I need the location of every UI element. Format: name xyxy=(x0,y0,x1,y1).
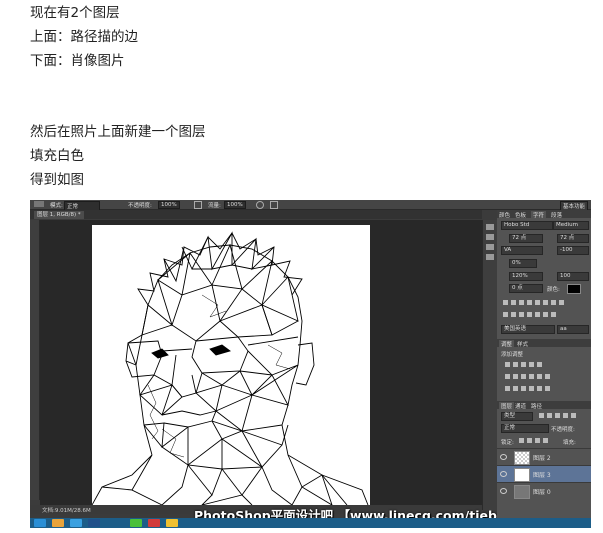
panel-dock-icons xyxy=(482,220,497,510)
options-bar: 模式: 正常 不透明度: 100% 流量: 100% 基本功能 xyxy=(30,200,591,211)
tab-layers[interactable]: 图层 xyxy=(499,402,515,410)
tab-adjustments[interactable]: 调整 xyxy=(499,340,515,348)
opacity-label: 不透明度: xyxy=(128,203,152,209)
post-line-4: 然后在照片上面新建一个图层 xyxy=(30,124,206,140)
layer-name: 图层 0 xyxy=(533,489,551,496)
post-line-1: 现在有2个图层 xyxy=(30,5,120,21)
lock-icons[interactable] xyxy=(519,438,551,444)
adjustments-panel-tabs: 调整 样式 xyxy=(497,339,591,348)
brush-panel-icon[interactable] xyxy=(486,234,494,240)
visibility-eye-icon[interactable] xyxy=(500,454,507,460)
flow-label: 流量: xyxy=(208,203,221,209)
scale-field[interactable]: 0% xyxy=(509,259,537,268)
layer-thumbnail xyxy=(514,468,530,482)
layer-row[interactable]: 图层 2 xyxy=(497,448,591,465)
paragraph-panel-icon[interactable] xyxy=(486,254,494,260)
text-style-buttons[interactable] xyxy=(503,300,567,306)
pressure-size-icon[interactable] xyxy=(270,201,278,209)
layer-filter-select[interactable]: 类型 xyxy=(501,412,533,421)
kerning-field[interactable]: VA xyxy=(501,246,543,255)
document-tab[interactable]: 图层 1, RGB/8) * xyxy=(34,211,84,219)
document-size-status: 文档:9.01M/28.6M xyxy=(42,508,91,514)
tab-paths[interactable]: 路径 xyxy=(531,402,542,410)
baseline-shift-field[interactable]: 0 点 xyxy=(509,284,543,293)
tab-paragraph[interactable]: 段落 xyxy=(551,211,562,219)
explorer-taskbar-icon[interactable] xyxy=(52,519,64,527)
canvas-area[interactable] xyxy=(40,220,482,507)
visibility-eye-icon[interactable] xyxy=(500,488,507,494)
blend-mode-select[interactable]: 正常 xyxy=(501,424,549,433)
add-adjustment-title: 添加调整 xyxy=(501,352,524,358)
vertical-scale-field[interactable]: 120% xyxy=(509,272,543,281)
brush-tool-icon[interactable] xyxy=(34,201,44,207)
layers-panel-tabs: 图层 通道 路径 xyxy=(497,401,591,410)
layer-opacity-label: 不透明度: xyxy=(551,427,575,433)
windows-taskbar xyxy=(30,518,591,528)
post-line-2: 上面：路径描的边 xyxy=(30,29,138,45)
color-label: 颜色: xyxy=(547,287,560,293)
opacity-field[interactable]: 100% xyxy=(158,201,180,209)
fill-label: 填充: xyxy=(563,440,576,446)
tab-swatches[interactable]: 色板 xyxy=(515,211,526,219)
character-panel-tabs: 颜色 色板 字符 段落 xyxy=(497,210,591,219)
tools-panel xyxy=(30,220,40,500)
visibility-eye-icon[interactable] xyxy=(500,471,507,477)
layer-name: 图层 3 xyxy=(533,472,551,479)
document-canvas[interactable] xyxy=(91,225,370,507)
tracking-field[interactable]: -100 xyxy=(557,246,589,255)
start-button-icon[interactable] xyxy=(34,519,46,527)
app-taskbar-icon[interactable] xyxy=(130,519,142,527)
character-panel-icon[interactable] xyxy=(486,244,494,250)
font-family-select[interactable]: Hobo Std xyxy=(501,221,553,230)
horizontal-scale-field[interactable]: 100 xyxy=(557,272,589,281)
antialias-select[interactable]: aa xyxy=(557,325,589,334)
text-color-swatch[interactable] xyxy=(567,284,581,294)
post-line-6: 得到如图 xyxy=(30,172,84,188)
history-icon[interactable] xyxy=(486,224,494,230)
leading-field[interactable]: 72 点 xyxy=(557,234,589,243)
tab-channels[interactable]: 通道 xyxy=(515,402,526,410)
post-line-3: 下面：肖像图片 xyxy=(30,53,125,69)
tab-color[interactable]: 颜色 xyxy=(499,211,510,219)
app-taskbar-icon[interactable] xyxy=(148,519,160,527)
layer-name: 图层 2 xyxy=(533,455,551,462)
document-tab-bar: 图层 1, RGB/8) * xyxy=(30,210,482,219)
layer-filter-icons[interactable] xyxy=(539,413,579,419)
photoshop-screenshot: 模式: 正常 不透明度: 100% 流量: 100% 基本功能 图层 1, RG… xyxy=(30,200,591,528)
adjustment-icons-row-3[interactable] xyxy=(505,386,553,392)
language-select[interactable]: 美国英语 xyxy=(501,325,555,334)
adjustment-icons-row-1[interactable] xyxy=(505,362,545,368)
low-poly-portrait-line-art xyxy=(91,231,369,507)
browser-taskbar-icon[interactable] xyxy=(70,519,82,527)
airbrush-icon[interactable] xyxy=(256,201,264,209)
layer-row-selected[interactable]: 图层 3 xyxy=(497,465,591,482)
photoshop-taskbar-icon[interactable] xyxy=(88,519,100,527)
post-line-5: 填充白色 xyxy=(30,148,84,164)
opentype-buttons[interactable] xyxy=(503,312,559,318)
pressure-opacity-icon[interactable] xyxy=(194,201,202,209)
layer-thumbnail xyxy=(514,451,530,465)
layer-thumbnail xyxy=(514,485,530,499)
adjustment-icons-row-2[interactable] xyxy=(505,374,553,380)
right-panel: 颜色 色板 字符 段落 Hobo Std Medium 72 点 72 点 VA… xyxy=(497,210,591,518)
tab-character[interactable]: 字符 xyxy=(531,211,547,219)
font-style-select[interactable]: Medium xyxy=(553,221,589,230)
flow-field[interactable]: 100% xyxy=(224,201,246,209)
tab-styles[interactable]: 样式 xyxy=(517,340,528,348)
mode-label: 模式: xyxy=(50,203,63,209)
layer-row[interactable]: 图层 0 xyxy=(497,482,591,499)
lock-label: 锁定: xyxy=(501,440,514,446)
font-size-field[interactable]: 72 点 xyxy=(509,234,543,243)
app-taskbar-icon[interactable] xyxy=(166,519,178,527)
